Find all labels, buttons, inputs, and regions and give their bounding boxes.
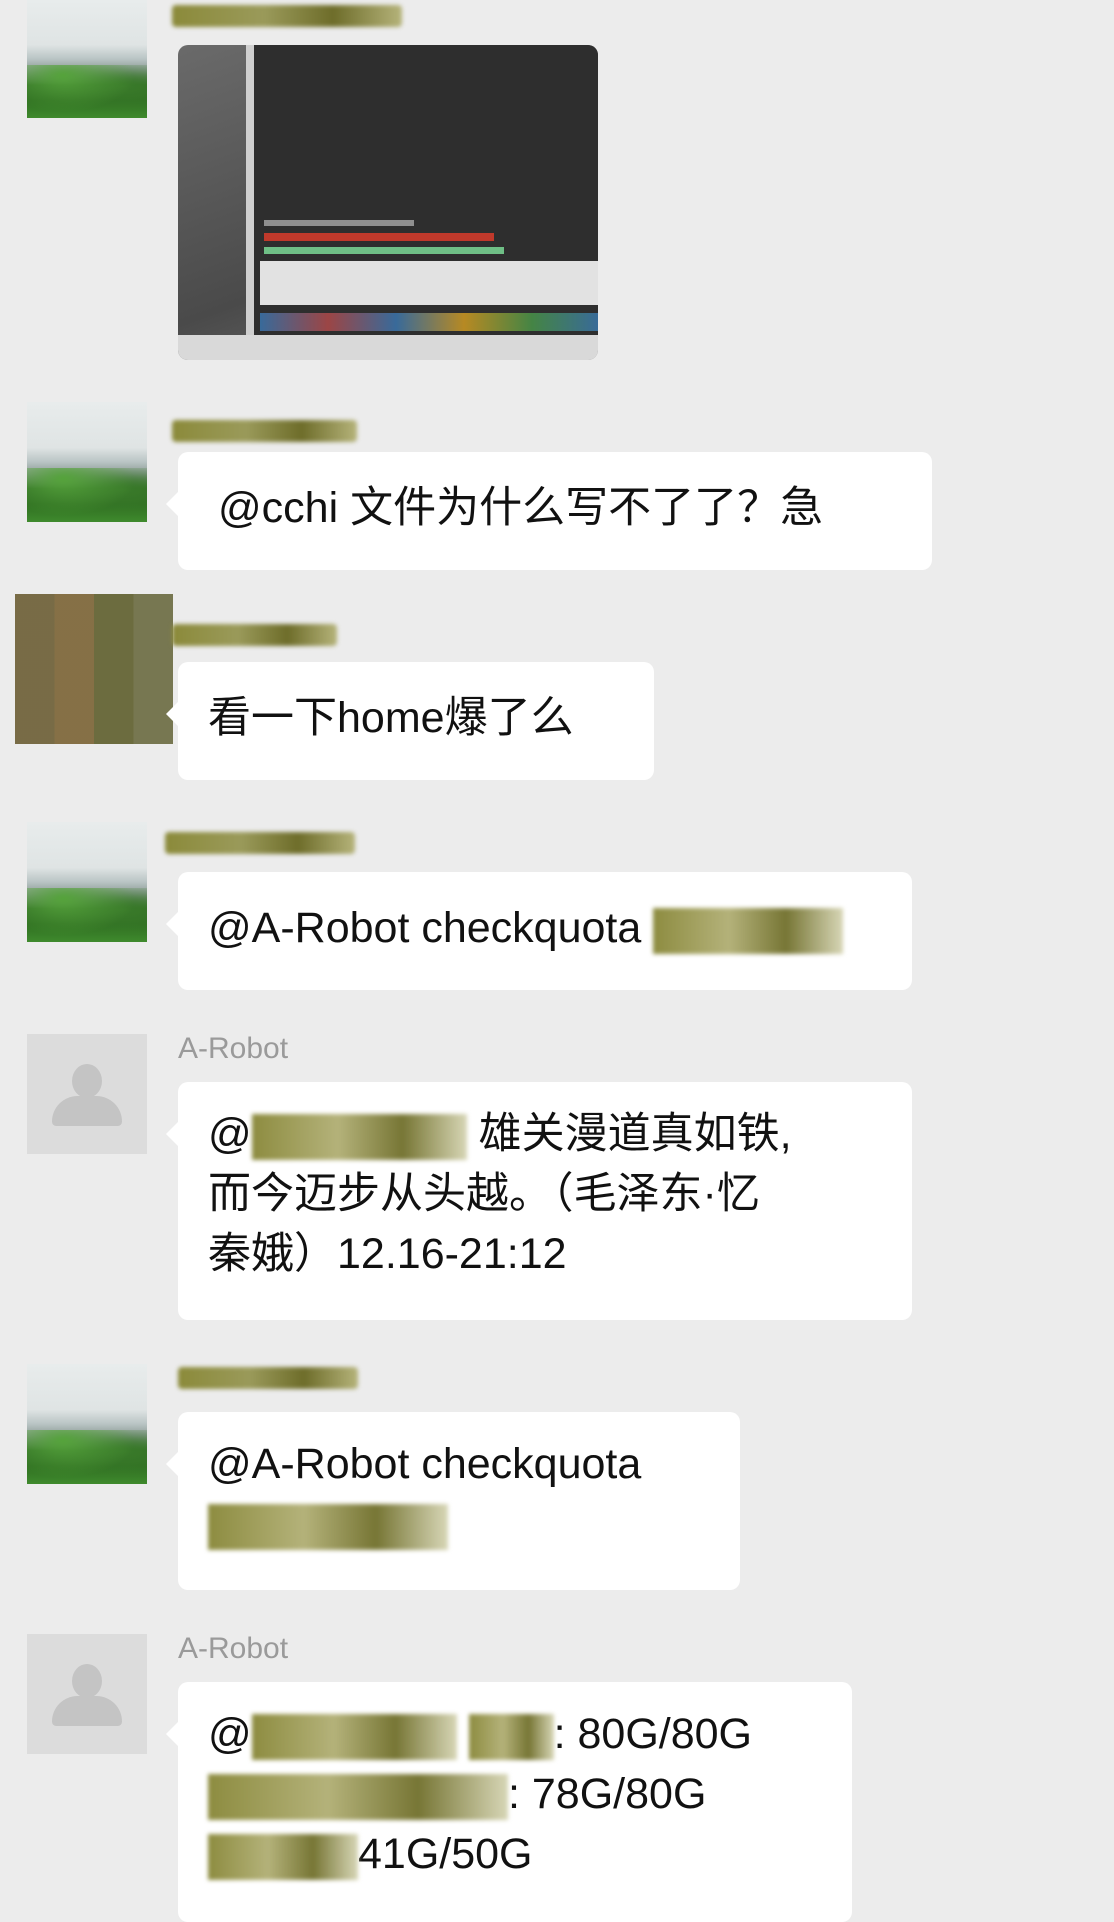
avatar-head-shape <box>72 1064 102 1098</box>
photo-dock <box>260 313 598 331</box>
redacted-username <box>653 907 844 954</box>
sender-name-blurred <box>172 624 337 646</box>
sender-name-blurred <box>165 832 355 854</box>
avatar[interactable] <box>27 1364 147 1484</box>
redacted-username <box>251 1713 457 1760</box>
default-avatar-icon <box>27 1034 147 1154</box>
sender-name-blurred <box>172 420 357 442</box>
message-text: @A-Robot checkquota <box>208 904 654 952</box>
message-text: @cchi 文件为什么写不了了？急 <box>218 484 824 532</box>
shared-photo[interactable] <box>178 45 598 360</box>
message-text: @A-Robot checkquota <box>208 1440 642 1488</box>
message-line-1: @ : 80G/80G <box>208 1710 753 1760</box>
avatar-landscape-image <box>27 822 147 942</box>
message-line-2: 而今迈步从头越。（毛泽东·忆 <box>208 1170 760 1218</box>
avatar[interactable] <box>27 822 147 942</box>
sender-name-blurred <box>172 5 402 27</box>
avatar-body-shape <box>52 1096 122 1126</box>
sender-name: A-Robot <box>178 1632 289 1665</box>
avatar-landscape-image <box>27 1364 147 1484</box>
sender-name-blurred <box>178 1367 358 1389</box>
avatar-blurred <box>15 594 173 744</box>
avatar-landscape-image <box>27 0 147 118</box>
redacted-username <box>251 1113 467 1160</box>
message-bubble[interactable]: @ : 80G/80G : 78G/80G 41G/50G <box>166 1682 852 1922</box>
message-bubble[interactable]: @A-Robot checkquota <box>166 1412 740 1590</box>
photo-line <box>264 220 414 226</box>
photo-toolbar <box>260 261 598 305</box>
message-bubble[interactable]: 看一下home爆了么 <box>166 662 654 780</box>
message-line-3: 41G/50G <box>208 1824 822 1884</box>
avatar[interactable] <box>27 0 147 118</box>
message-line-2: : 78G/80G <box>208 1764 822 1824</box>
avatar-head-shape <box>72 1664 102 1698</box>
redacted-path <box>208 1833 358 1880</box>
photo-line <box>264 247 504 254</box>
sender-name: A-Robot <box>178 1032 289 1065</box>
message-line-1: @ 雄关漫道真如铁, <box>208 1110 792 1160</box>
avatar-landscape-image <box>27 402 147 522</box>
photo-bezel <box>178 335 598 360</box>
photo-screen <box>246 45 598 335</box>
message-bubble[interactable]: @cchi 文件为什么写不了了？急 <box>166 452 932 570</box>
avatar[interactable] <box>27 1034 147 1154</box>
message-bubble[interactable]: @A-Robot checkquota <box>166 872 912 990</box>
photo-error-line <box>264 233 494 241</box>
avatar[interactable] <box>15 594 173 744</box>
message-text: 看一下home爆了么 <box>208 694 574 742</box>
avatar[interactable] <box>27 402 147 522</box>
message-line-2 <box>208 1494 710 1554</box>
redacted-path <box>468 1713 554 1760</box>
redacted-path <box>208 1773 508 1820</box>
avatar-body-shape <box>52 1696 122 1726</box>
default-avatar-icon <box>27 1634 147 1754</box>
avatar[interactable] <box>27 1634 147 1754</box>
message-line-3: 秦娥）12.16-21:12 <box>208 1230 567 1278</box>
redacted-username <box>208 1503 448 1550</box>
message-bubble[interactable]: @ 雄关漫道真如铁, 而今迈步从头越。（毛泽东·忆 秦娥）12.16-21:12 <box>166 1082 912 1320</box>
